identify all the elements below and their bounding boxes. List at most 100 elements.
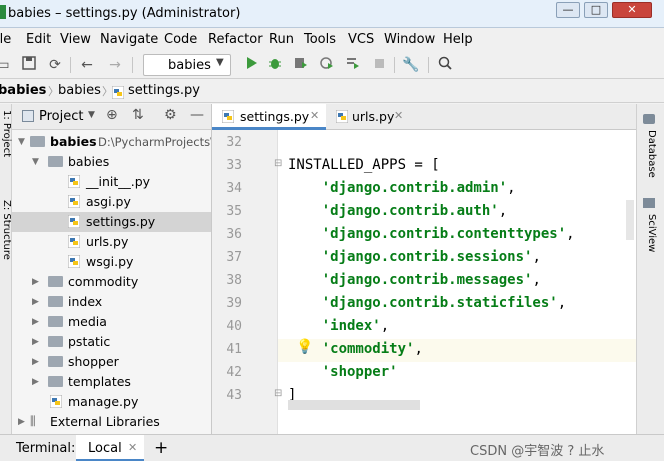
menu-code[interactable]: Code (164, 32, 197, 47)
chevron-down-icon[interactable]: ▼ (88, 110, 95, 120)
expand-arrow-icon[interactable]: ▶ (32, 377, 39, 387)
tab-urls[interactable]: urls.py ✕ (330, 104, 410, 130)
add-terminal-icon[interactable]: + (154, 438, 168, 458)
tree-row[interactable]: ▶ shopper (12, 352, 211, 372)
wrench-icon[interactable]: 🔧 (402, 56, 420, 74)
tree-row[interactable]: ▶ templates (12, 372, 211, 392)
tree-root-row[interactable]: ▼ babies D:\PycharmProjects\ (12, 132, 211, 152)
breadcrumb-project[interactable]: babies (0, 83, 46, 98)
project-panel: Project ▼ ⊕ ⇅ ⚙ — ▼ babies D:\PycharmPro… (12, 104, 212, 434)
menu-tools[interactable]: Tools (304, 32, 336, 47)
string-literal: 'index' (321, 318, 381, 334)
database-tool-tab[interactable]: Database (646, 130, 657, 178)
concurrency-icon[interactable] (344, 56, 362, 74)
horizontal-scrollbar[interactable] (288, 400, 420, 410)
close-icon[interactable]: ✕ (394, 109, 403, 122)
menu-window[interactable]: Window (384, 32, 435, 47)
expand-arrow-icon[interactable]: ▶ (32, 357, 39, 367)
collapse-arrow-icon[interactable]: ▼ (32, 157, 39, 167)
tab-label: settings.py (240, 109, 310, 124)
project-view-select[interactable]: Project (39, 109, 83, 124)
code-line: 'django.contrib.messages', (288, 272, 541, 288)
tree-row[interactable]: asgi.py (12, 192, 211, 212)
tree-row[interactable]: ▶ pstatic (12, 332, 211, 352)
tree-row[interactable]: wsgi.py (12, 252, 211, 272)
forward-arrow-icon[interactable]: → (106, 56, 124, 74)
terminal-label: Terminal: (16, 441, 76, 456)
sciview-tool-tab[interactable]: SciView (646, 214, 657, 252)
library-icon: ⫼ (30, 414, 36, 428)
close-icon[interactable]: ✕ (128, 441, 137, 454)
fold-marker-icon[interactable]: ⊟ (274, 158, 282, 169)
tree-row[interactable]: ▼ babies (12, 152, 211, 172)
python-file-icon (111, 84, 125, 100)
tree-row[interactable]: ▶ commodity (12, 272, 211, 292)
debug-icon[interactable] (266, 56, 284, 74)
menu-help[interactable]: Help (443, 32, 473, 47)
sync-icon[interactable]: ⟳ (46, 56, 64, 74)
python-file-icon (67, 234, 81, 249)
collapse-all-icon[interactable]: ⇅ (132, 107, 144, 123)
tree-row[interactable]: settings.py (12, 212, 211, 232)
search-icon[interactable] (436, 56, 454, 74)
tree-row[interactable]: __init__.py (12, 172, 211, 192)
locate-file-icon[interactable]: ⊕ (106, 107, 118, 123)
tree-row-label: urls.py (86, 234, 129, 249)
expand-arrow-icon[interactable]: ▶ (32, 297, 39, 307)
stop-icon[interactable] (370, 56, 388, 74)
menu-edit[interactable]: Edit (26, 32, 51, 47)
vertical-scrollbar[interactable] (626, 200, 634, 240)
coverage-icon[interactable] (292, 56, 310, 74)
expand-arrow-icon[interactable]: ▶ (32, 317, 39, 327)
breadcrumb-folder[interactable]: babies (58, 83, 101, 98)
line-number: 39 (226, 296, 242, 311)
tree-row[interactable]: ▶ media (12, 312, 211, 332)
close-icon[interactable]: ✕ (310, 109, 319, 122)
profile-icon[interactable] (318, 56, 336, 74)
code-editor[interactable]: 32 33 34 35 36 37 38 39 40 41 42 43 💡 INSTALLED_APPS… (212, 130, 636, 434)
run-icon[interactable] (242, 56, 260, 74)
folder-icon[interactable]: ▭ (0, 56, 12, 74)
gear-icon[interactable]: ⚙ (164, 107, 177, 123)
tree-row[interactable]: urls.py (12, 232, 211, 252)
folder-icon (48, 356, 63, 367)
menu-file[interactable]: ile (0, 32, 11, 47)
menu-view[interactable]: View (60, 32, 91, 47)
tab-settings[interactable]: settings.py ✕ (212, 104, 326, 130)
line-number: 41 (226, 342, 242, 357)
string-literal: 'commodity' (321, 341, 415, 357)
menu-refactor[interactable]: Refactor (208, 32, 263, 47)
expand-arrow-icon[interactable]: ▶ (32, 277, 39, 287)
expand-arrow-icon[interactable]: ▶ (32, 337, 39, 347)
external-libraries-row[interactable]: ▶ ⫼ External Libraries (12, 412, 211, 432)
run-configuration-select[interactable]: babies ▼ (143, 54, 231, 76)
hide-icon[interactable]: — (190, 107, 204, 123)
project-tool-tab[interactable]: 1: Project (1, 110, 12, 157)
structure-tool-tab[interactable]: Z: Structure (1, 200, 12, 260)
expand-arrow-icon[interactable]: ▼ (18, 137, 25, 147)
menu-navigate[interactable]: Navigate (100, 32, 158, 47)
python-file-icon (67, 214, 81, 229)
save-icon[interactable] (20, 56, 38, 74)
tree-row-label: manage.py (68, 394, 139, 409)
expand-arrow-icon[interactable]: ▶ (18, 417, 25, 427)
menu-bar: ile Edit View Navigate Code Refactor Run… (0, 28, 664, 52)
terminal-tab-local[interactable]: Local ✕ (76, 435, 144, 461)
tree-row[interactable]: manage.py (12, 392, 211, 412)
line-number: 33 (226, 158, 242, 173)
breadcrumb-file[interactable]: settings.py (128, 83, 200, 98)
menu-vcs[interactable]: VCS (348, 32, 374, 47)
menu-run[interactable]: Run (269, 32, 294, 47)
python-file-icon (67, 254, 81, 269)
tree-row[interactable]: ▶ index (12, 292, 211, 312)
back-arrow-icon[interactable]: ← (78, 56, 96, 74)
database-icon (643, 114, 655, 124)
fold-marker-icon[interactable]: ⊟ (274, 388, 282, 399)
maximize-button[interactable]: □ (584, 2, 608, 18)
tree-row-label: index (68, 294, 103, 309)
close-button[interactable]: ✕ (612, 2, 652, 18)
string-literal: 'django.contrib.contenttypes' (321, 226, 567, 242)
minimize-button[interactable]: — (556, 2, 580, 18)
code-token: , (532, 249, 541, 265)
